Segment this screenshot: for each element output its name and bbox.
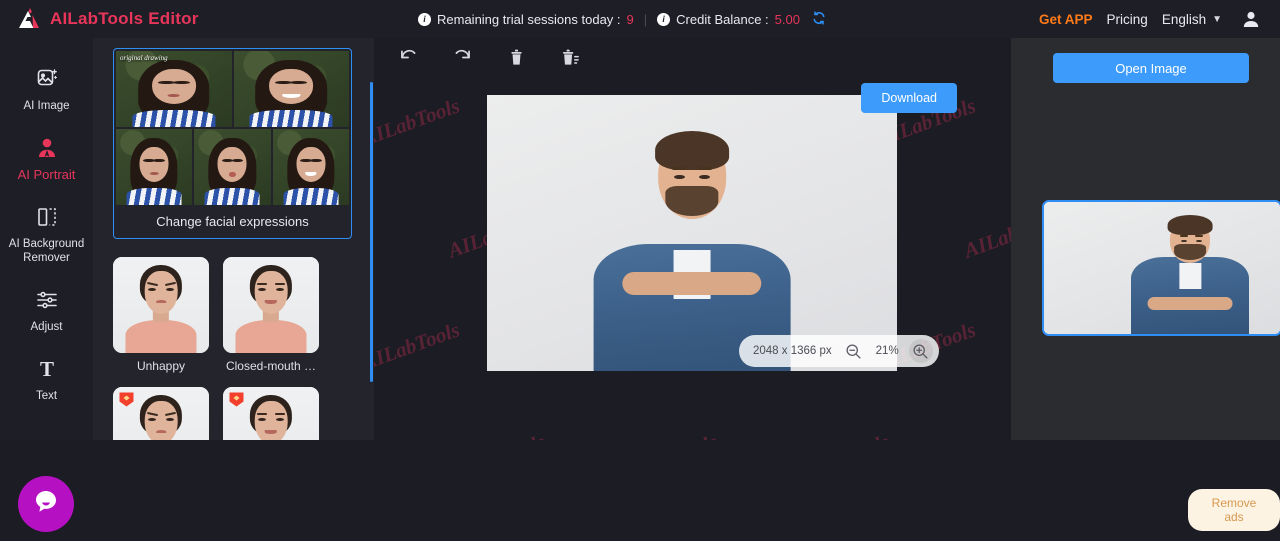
expression-card-premium-1[interactable] [113, 387, 209, 440]
chevron-down-icon: ▼ [1212, 13, 1222, 25]
pricing-link[interactable]: Pricing [1107, 12, 1148, 27]
canvas-toolbar [374, 38, 1011, 76]
promo-row [116, 129, 349, 205]
trash-lines-icon[interactable] [558, 45, 582, 69]
svg-text:T: T [39, 357, 53, 381]
sidebar-item-ai-background-remover[interactable]: AI Background Remover [0, 194, 93, 277]
sidebar-item-label: AI Portrait [17, 167, 76, 182]
credit-label: Credit Balance : [676, 11, 769, 27]
image-dimensions-label: 2048 x 1366 px [753, 345, 832, 357]
expression-thumbnail [223, 387, 319, 440]
ai-image-icon [35, 66, 59, 92]
watermark-text: AILabTools [961, 429, 1011, 440]
expression-thumbnail [113, 387, 209, 440]
vip-diamond-icon [228, 391, 245, 408]
header-actions: Get APP Pricing English ▼ [1039, 0, 1280, 38]
options-panel: original drawing Change facial expressio… [93, 38, 374, 440]
app-header: AILabTools Editor i Remaining trial sess… [0, 0, 1280, 38]
sidebar-item-text[interactable]: T Text [0, 346, 93, 415]
vip-diamond-icon [118, 391, 135, 408]
canvas-image[interactable] [487, 95, 897, 371]
open-image-button[interactable]: Open Image [1053, 53, 1249, 83]
expression-options-grid: Unhappy Closed-mouth … [113, 257, 352, 440]
promo-row: original drawing [116, 51, 349, 127]
sidebar-item-label: AI Background Remover [8, 238, 85, 264]
chat-bubble-icon [31, 487, 61, 522]
text-icon: T [35, 356, 59, 382]
promo-grid: original drawing [114, 49, 351, 207]
watermark-text: AILabTools [374, 205, 377, 263]
options-scroll-area: original drawing Change facial expressio… [93, 38, 370, 440]
options-panel-scrollbar[interactable] [370, 82, 373, 382]
zoom-level-label: 21% [875, 345, 899, 357]
promo-cell [233, 51, 349, 127]
zoom-control-bar: 2048 x 1366 px 21% [739, 335, 939, 367]
redo-arrow-icon[interactable] [450, 45, 474, 69]
promo-cell [116, 129, 193, 205]
expression-label: Closed-mouth … [225, 359, 317, 373]
header-status: i Remaining trial sessions today : 9 | i… [418, 0, 826, 38]
promo-cell [272, 129, 349, 205]
mountain-logo-icon [16, 6, 42, 32]
ailabtools-editor-app: AILabTools Editor i Remaining trial sess… [0, 0, 1280, 541]
sidebar-item-label: Adjust [30, 321, 63, 333]
refresh-icon[interactable] [812, 10, 826, 28]
user-avatar-icon[interactable] [1240, 8, 1262, 30]
promo-preview-card[interactable]: original drawing Change facial expressio… [113, 48, 352, 239]
watermark-text: AILabTools [374, 93, 463, 151]
language-label: English [1161, 11, 1207, 27]
get-app-button[interactable]: Get APP [1039, 12, 1093, 27]
trial-label: Remaining trial sessions today : [437, 11, 621, 27]
expression-card-closed-mouth[interactable]: Closed-mouth … [223, 257, 319, 373]
trial-value: 9 [626, 11, 634, 27]
info-circle-icon[interactable]: i [418, 12, 431, 26]
promo-tag: original drawing [120, 54, 168, 62]
ai-portrait-icon [35, 135, 59, 161]
watermark-text: AILabTools [374, 429, 377, 440]
expression-thumbnail [223, 257, 319, 353]
undo-arrow-icon[interactable] [396, 45, 420, 69]
zoom-in-icon[interactable] [908, 339, 933, 363]
remove-ads-button[interactable]: Remove ads [1188, 489, 1280, 531]
trash-icon[interactable] [504, 45, 528, 69]
background-remover-icon [35, 204, 59, 230]
header-separator: | [643, 11, 648, 27]
promo-cell [194, 129, 271, 205]
chat-widget-button[interactable] [18, 476, 74, 532]
sidebar-item-ai-portrait[interactable]: AI Portrait [0, 125, 93, 194]
watermark-text: AILabTools [617, 429, 721, 440]
promo-cell: original drawing [116, 51, 232, 127]
zoom-out-icon[interactable] [842, 339, 866, 363]
watermark-text: AILabTools [445, 429, 549, 440]
sidebar-item-adjust[interactable]: Adjust [0, 277, 93, 346]
expression-thumbnail [113, 257, 209, 353]
sidebar-item-label: AI Image [23, 100, 70, 112]
brand[interactable]: AILabTools Editor [0, 6, 300, 32]
editor-canvas[interactable]: AILabTools AILabTools AILabTools AILabTools… [374, 38, 1011, 440]
expression-card-unhappy[interactable]: Unhappy [113, 257, 209, 373]
right-panel: Open Image [1011, 38, 1280, 440]
image-preview-thumbnail[interactable] [1042, 200, 1280, 336]
expression-card-premium-2[interactable] [223, 387, 319, 440]
watermark-text: AILabTools [374, 317, 463, 375]
man-portrait [487, 95, 897, 371]
credit-value: 5.00 [774, 11, 800, 27]
left-sidebar: AI Image AI Portrait AI Background Remov… [0, 38, 93, 440]
download-button[interactable]: Download [861, 83, 957, 113]
info-circle-icon[interactable]: i [657, 12, 671, 26]
language-selector[interactable]: English ▼ [1162, 12, 1222, 27]
expression-label: Unhappy [136, 359, 186, 373]
man-portrait-preview [1044, 202, 1280, 334]
brand-name: AILabTools Editor [50, 9, 199, 28]
sidebar-item-ai-image[interactable]: AI Image [0, 56, 93, 125]
watermark-text: AILabTools [960, 205, 1011, 263]
sidebar-item-label: Text [35, 390, 58, 402]
promo-caption: Change facial expressions [156, 214, 309, 229]
adjust-sliders-icon [35, 287, 59, 313]
watermark-text: AILabTools [789, 429, 893, 440]
